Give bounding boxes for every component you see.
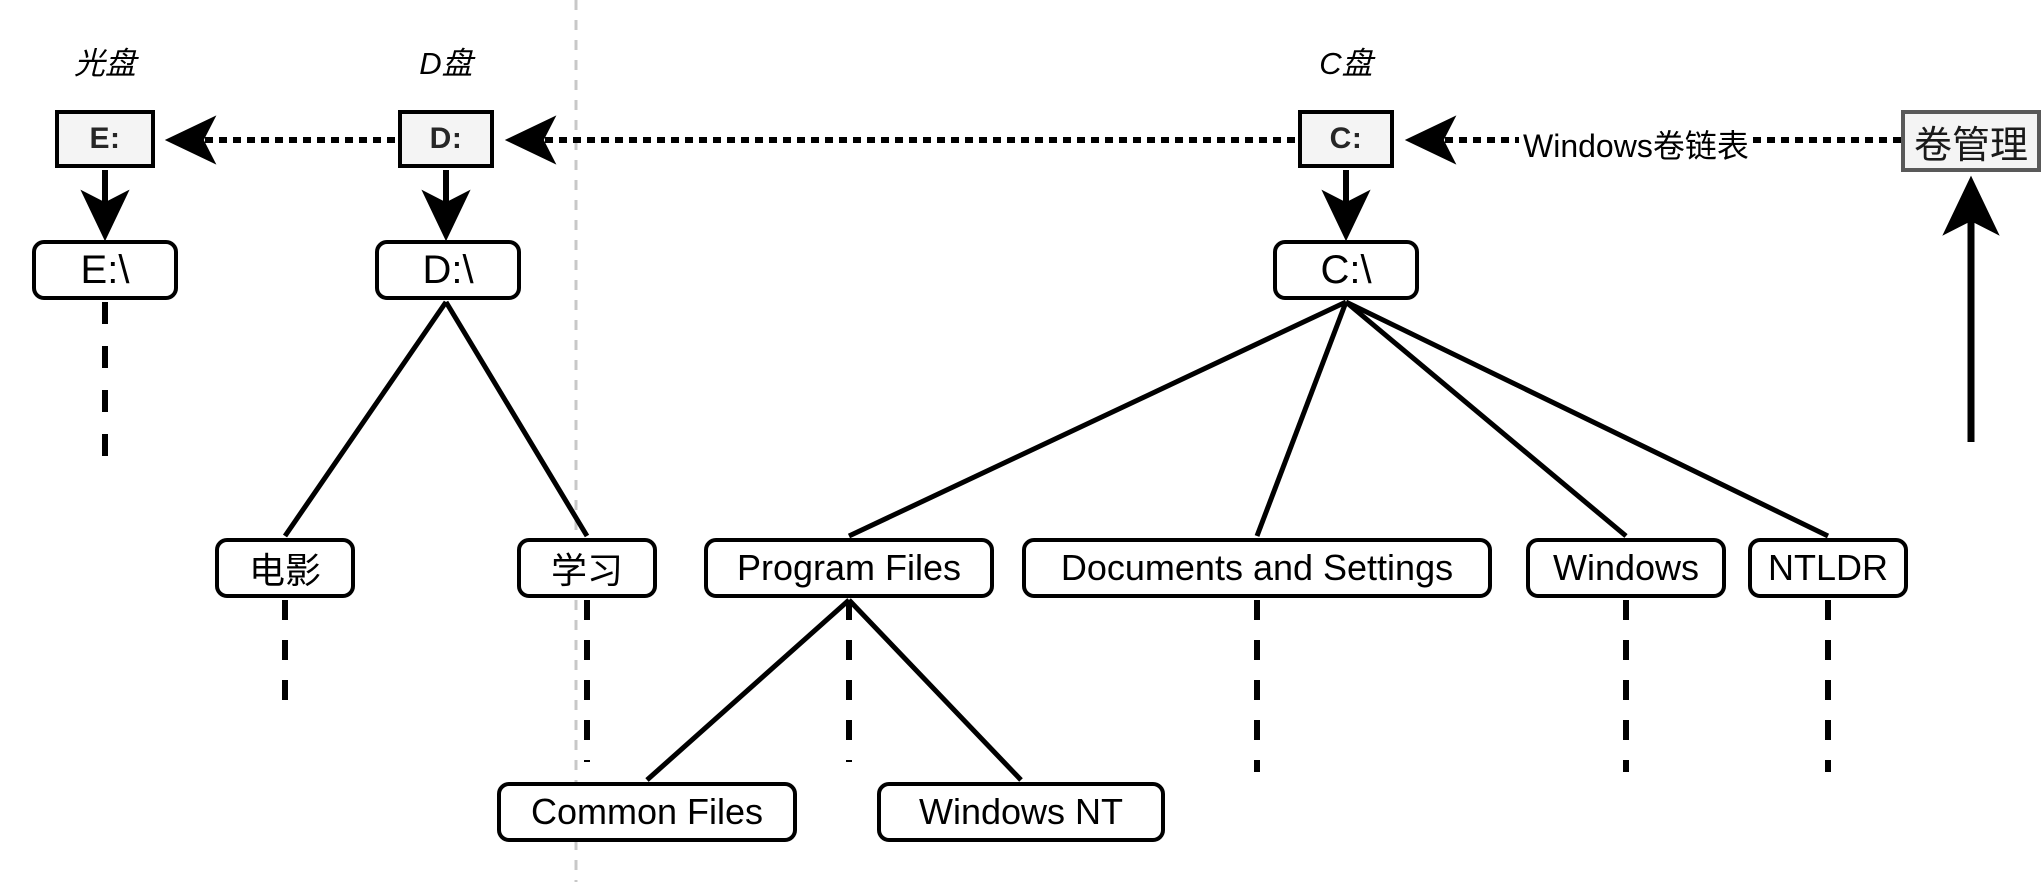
volume-manager-box[interactable]: 卷管理 <box>1901 110 2041 172</box>
folder-box-program-files[interactable]: Program Files <box>704 538 994 598</box>
folder-box-windows-nt[interactable]: Windows NT <box>877 782 1165 842</box>
caption-d-drive: D盘 <box>419 46 473 81</box>
root-box-c[interactable]: C:\ <box>1273 240 1419 300</box>
volume-box-e[interactable]: E: <box>55 110 155 168</box>
folder-box-ntldr[interactable]: NTLDR <box>1748 538 1908 598</box>
volume-box-d[interactable]: D: <box>398 110 494 168</box>
edge-root-d-to-dianying <box>282 300 449 538</box>
caption-optical-disc: 光盘 <box>74 46 136 81</box>
root-box-d[interactable]: D:\ <box>375 240 521 300</box>
folder-box-xuexi[interactable]: 学习 <box>517 538 657 598</box>
folder-box-dianying[interactable]: 电影 <box>215 538 355 598</box>
folder-box-documents-and-settings[interactable]: Documents and Settings <box>1022 538 1492 598</box>
edge-root-d-to-xuexi <box>443 300 590 538</box>
edge-program-files-to-common-files <box>645 598 851 782</box>
caption-c-drive: C盘 <box>1319 46 1373 81</box>
volume-box-c[interactable]: C: <box>1298 110 1394 168</box>
folder-box-common-files[interactable]: Common Files <box>497 782 797 842</box>
root-box-e[interactable]: E:\ <box>32 240 178 300</box>
edge-label-windows-volume-list: Windows卷链表 <box>1519 121 1753 167</box>
diagram-canvas: 光盘 D盘 C盘 Windows卷链表 E: D: C: E:\ D:\ C:\… <box>0 0 2042 882</box>
folder-box-windows[interactable]: Windows <box>1526 538 1726 598</box>
edge-program-files-to-windows-nt <box>847 598 1023 782</box>
